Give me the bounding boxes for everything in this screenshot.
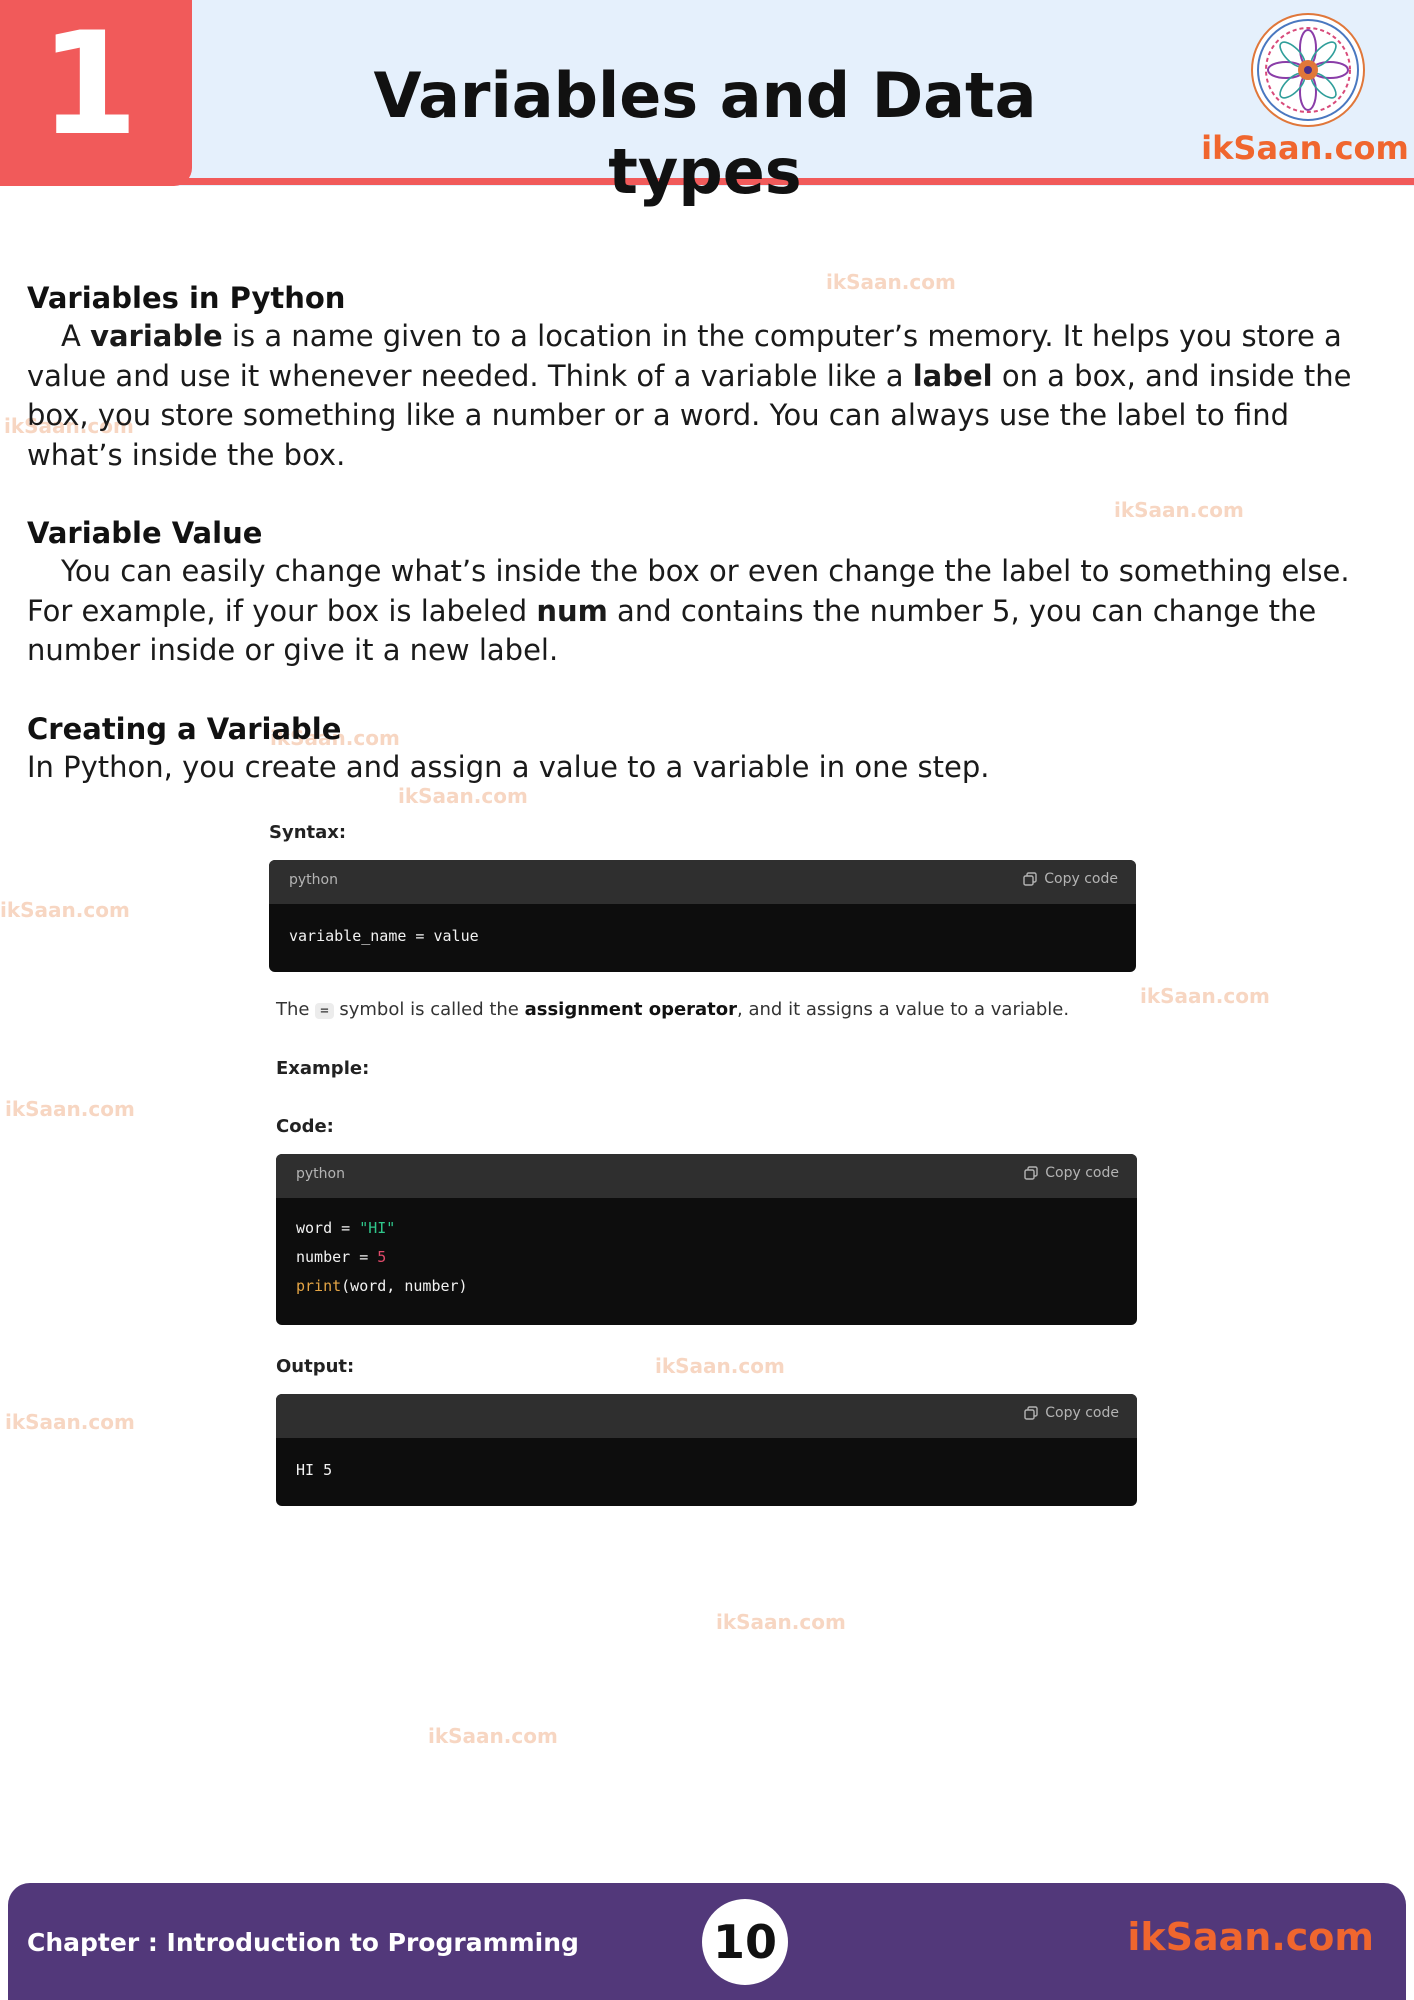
output-label: Output: <box>276 1356 355 1377</box>
inline-code-operator: = <box>315 1003 334 1019</box>
code-language: python <box>296 1166 345 1182</box>
chapter-number: 1 <box>39 2 139 167</box>
watermark: ikSaan.com <box>826 270 956 294</box>
bold-term-num: num <box>536 593 608 628</box>
section-heading-variables: Variables in Python <box>27 281 346 315</box>
paragraph-variables: A variable is a name given to a location… <box>27 317 1392 475</box>
copy-icon <box>1023 872 1037 886</box>
code-header-bar: python Copy code <box>276 1154 1137 1198</box>
output-code-block: Copy code HI 5 <box>276 1394 1137 1506</box>
section-heading-value: Variable Value <box>27 516 263 550</box>
copy-icon <box>1024 1406 1038 1420</box>
code-string: "HI" <box>359 1219 396 1237</box>
copy-code-label: Copy code <box>1045 1165 1119 1181</box>
paragraph-creating: In Python, you create and assign a value… <box>27 750 990 784</box>
code-var: word <box>296 1219 333 1237</box>
copy-code-button[interactable]: Copy code <box>1023 1165 1119 1181</box>
code-op: = <box>332 1219 360 1237</box>
watermark: ikSaan.com <box>5 1410 135 1434</box>
watermark: ikSaan.com <box>428 1724 558 1748</box>
watermark: ikSaan.com <box>655 1354 785 1378</box>
code-var: number <box>296 1248 351 1266</box>
code-text: HI 5 <box>296 1461 333 1479</box>
mandala-logo-icon <box>1251 13 1365 127</box>
header-brand: ikSaan.com <box>1201 129 1409 167</box>
code-args: (word, number) <box>341 1277 468 1295</box>
code-label: Code: <box>276 1116 334 1137</box>
footer-brand: ikSaan.com <box>1127 1915 1374 1959</box>
code-header-bar: python Copy code <box>269 860 1136 904</box>
text: , and it assigns a value to a variable. <box>737 999 1070 1020</box>
page-number-badge: 10 <box>702 1899 788 1985</box>
copy-code-button[interactable]: Copy code <box>1022 871 1118 887</box>
watermark: ikSaan.com <box>398 784 528 808</box>
section-heading-creating: Creating a Variable <box>27 712 342 746</box>
watermark: ikSaan.com <box>1114 498 1244 522</box>
watermark: ikSaan.com <box>0 898 130 922</box>
code-header-bar: Copy code <box>276 1394 1137 1438</box>
bold-term-assignment-operator: assignment operator <box>524 999 738 1020</box>
syntax-label: Syntax: <box>269 822 347 843</box>
code-line: word = "HI" <box>296 1214 1117 1243</box>
page-footer: Chapter : Introduction to Programming 10… <box>8 1883 1406 2000</box>
code-text: variable_name = value <box>289 927 479 945</box>
assignment-note: The = symbol is called the assignment op… <box>276 999 1069 1020</box>
copy-code-button[interactable]: Copy code <box>1023 1405 1119 1421</box>
text: A <box>61 319 91 353</box>
syntax-code-block: python Copy code variable_name = value <box>269 860 1136 972</box>
text: symbol is called the <box>333 999 525 1020</box>
watermark: ikSaan.com <box>5 1097 135 1121</box>
chapter-badge: 1 <box>0 0 192 186</box>
code-line: print(word, number) <box>296 1272 1117 1301</box>
bold-term-label: label <box>912 358 993 393</box>
watermark: ikSaan.com <box>716 1610 846 1634</box>
bold-term-variable: variable <box>90 319 223 353</box>
watermark: ikSaan.com <box>1140 984 1270 1008</box>
code-number: 5 <box>377 1248 387 1266</box>
example-code-block: python Copy code word = "HI" number = 5 pr… <box>276 1154 1137 1325</box>
code-op: = <box>350 1248 378 1266</box>
copy-icon <box>1024 1166 1038 1180</box>
example-label: Example: <box>276 1058 370 1079</box>
code-line: number = 5 <box>296 1243 1117 1272</box>
footer-chapter-title: Chapter : Introduction to Programming <box>27 1928 579 1957</box>
text: The <box>276 999 316 1020</box>
copy-code-label: Copy code <box>1045 1405 1119 1421</box>
code-text: word = "HI" number = 5 print(word, number) <box>276 1198 1137 1323</box>
page-number: 10 <box>712 1915 777 1969</box>
page-title: Variables and Data types <box>373 59 1037 208</box>
copy-code-label: Copy code <box>1044 871 1118 887</box>
code-function: print <box>296 1277 342 1295</box>
code-language: python <box>289 872 338 888</box>
paragraph-value: You can easily change what’s inside the … <box>27 552 1392 671</box>
